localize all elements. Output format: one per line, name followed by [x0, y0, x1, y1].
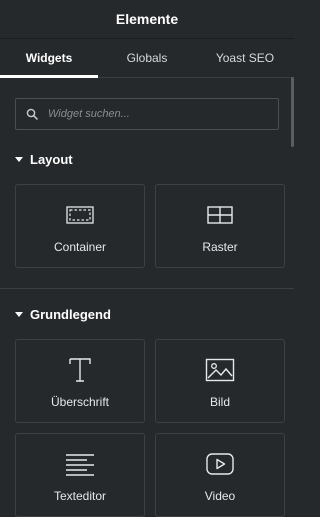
caret-down-icon	[15, 311, 23, 317]
section-layout-toggle[interactable]: Layout	[0, 148, 294, 170]
widget-container[interactable]: Container	[15, 184, 145, 268]
video-icon	[206, 453, 234, 475]
section-basic-toggle[interactable]: Grundlegend	[0, 303, 294, 325]
text-editor-icon	[66, 454, 94, 476]
widget-raster[interactable]: Raster	[155, 184, 285, 268]
tab-yoast-seo[interactable]: Yoast SEO	[196, 39, 294, 77]
basic-widget-grid: Überschrift Bild Texteditor Video	[0, 325, 294, 517]
widget-label: Container	[53, 240, 107, 254]
panel-tabs: Widgets Globals Yoast SEO	[0, 39, 294, 78]
panel-title: Elemente	[115, 11, 179, 27]
widget-text-editor[interactable]: Texteditor	[15, 433, 145, 517]
caret-down-icon	[15, 156, 23, 162]
section-title: Grundlegend	[30, 306, 111, 322]
widget-heading[interactable]: Überschrift	[15, 339, 145, 423]
image-icon	[205, 358, 235, 382]
layout-widget-grid: Container Raster	[0, 170, 294, 268]
widget-image[interactable]: Bild	[155, 339, 285, 423]
grid-icon	[207, 206, 233, 224]
panel-header: Elemente	[0, 0, 294, 39]
section-title: Layout	[30, 151, 73, 167]
widget-label: Raster	[202, 240, 238, 254]
widget-label: Überschrift	[50, 395, 109, 409]
search-wrapper	[0, 78, 294, 148]
search-icon	[26, 108, 38, 120]
search-input[interactable]	[46, 107, 268, 121]
section-divider	[0, 288, 294, 289]
tab-widgets[interactable]: Widgets	[0, 39, 98, 78]
container-icon	[66, 206, 94, 224]
search-box[interactable]	[15, 98, 279, 130]
widget-video[interactable]: Video	[155, 433, 285, 517]
widget-label: Texteditor	[53, 489, 107, 503]
heading-icon	[69, 358, 91, 382]
widget-label: Video	[204, 489, 236, 503]
widget-label: Bild	[209, 395, 230, 409]
tab-globals[interactable]: Globals	[98, 39, 196, 77]
panel-scrollbar[interactable]	[291, 77, 294, 147]
